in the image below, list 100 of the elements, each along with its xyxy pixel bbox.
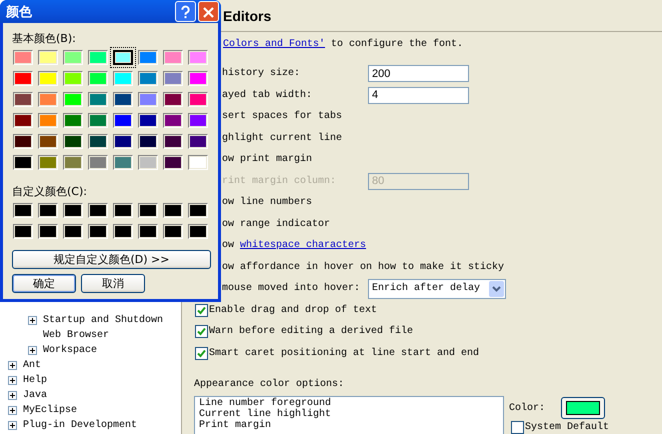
color-swatch[interactable] (63, 224, 83, 239)
tree-item[interactable]: Plug-in Development (23, 420, 138, 431)
color-swatch[interactable] (138, 203, 158, 218)
color-swatch[interactable] (13, 203, 33, 218)
color-swatch[interactable] (163, 203, 183, 218)
color-swatch[interactable] (113, 113, 133, 128)
expand-icon[interactable] (8, 406, 17, 415)
color-swatch[interactable] (188, 203, 208, 218)
tree-item[interactable]: Web Browser (43, 330, 110, 341)
color-swatch[interactable] (38, 134, 58, 149)
color-option-list[interactable]: Line number foreground Current line highlight Print margin (194, 396, 504, 434)
tree-item[interactable]: Ant (23, 360, 42, 371)
color-swatch[interactable] (88, 224, 108, 239)
color-swatch[interactable] (13, 155, 33, 170)
whitespace-link[interactable]: whitespace characters (240, 240, 366, 252)
color-swatch[interactable] (38, 92, 58, 107)
color-swatch[interactable] (138, 224, 158, 239)
color-swatch[interactable] (138, 155, 158, 170)
cancel-button[interactable]: 取消 (81, 274, 145, 293)
color-swatch[interactable] (138, 71, 158, 86)
list-item[interactable]: Current line highlight (199, 409, 499, 420)
color-swatch[interactable] (113, 155, 133, 170)
color-swatch[interactable] (88, 155, 108, 170)
color-swatch[interactable] (138, 113, 158, 128)
color-swatch[interactable] (163, 155, 183, 170)
color-swatch[interactable] (38, 224, 58, 239)
color-button[interactable] (561, 397, 606, 419)
tree-item[interactable]: Startup and Shutdown (43, 315, 164, 326)
expand-icon[interactable] (8, 361, 17, 370)
color-swatch[interactable] (113, 50, 133, 65)
color-swatch[interactable] (138, 50, 158, 65)
color-swatch[interactable] (13, 134, 33, 149)
color-swatch[interactable] (38, 50, 58, 65)
color-swatch[interactable] (188, 134, 208, 149)
color-swatch[interactable] (13, 50, 33, 65)
color-swatch[interactable] (63, 134, 83, 149)
color-swatch[interactable] (188, 71, 208, 86)
color-swatch[interactable] (188, 50, 208, 65)
checkbox[interactable] (195, 304, 208, 317)
color-swatch[interactable] (138, 134, 158, 149)
color-swatch[interactable] (38, 113, 58, 128)
color-swatch[interactable] (38, 71, 58, 86)
dropdown[interactable]: Enrich after delay (368, 278, 506, 299)
color-swatch[interactable] (113, 203, 133, 218)
color-swatch[interactable] (113, 224, 133, 239)
color-swatch[interactable] (163, 134, 183, 149)
color-swatch[interactable] (163, 224, 183, 239)
color-swatch[interactable] (163, 71, 183, 86)
checkbox-label: Smart caret positioning at line start and end (209, 348, 480, 359)
expand-icon[interactable] (8, 376, 17, 385)
color-swatch[interactable] (63, 71, 83, 86)
color-swatch[interactable] (188, 92, 208, 107)
color-swatch[interactable] (13, 224, 33, 239)
colors-fonts-link[interactable]: Colors and Fonts' (223, 38, 326, 50)
define-colors-button[interactable]: 规定自定义颜色(D) >> (12, 250, 211, 269)
option-label: ow print margin (222, 154, 312, 166)
color-swatch[interactable] (163, 50, 183, 65)
color-swatch[interactable] (113, 134, 133, 149)
checkbox[interactable] (511, 421, 524, 434)
color-swatch[interactable] (113, 71, 133, 86)
list-item[interactable]: Line number foreground (199, 398, 499, 409)
color-swatch[interactable] (138, 92, 158, 107)
color-swatch[interactable] (38, 155, 58, 170)
color-swatch[interactable] (88, 71, 108, 86)
color-swatch[interactable] (63, 155, 83, 170)
help-icon[interactable] (175, 1, 196, 22)
expand-icon[interactable] (28, 346, 37, 355)
color-swatch[interactable] (13, 71, 33, 86)
expand-icon[interactable] (8, 421, 17, 430)
tree-item[interactable]: Java (23, 390, 48, 401)
tree-item[interactable]: MyEclipse (23, 405, 78, 416)
color-swatch[interactable] (13, 113, 33, 128)
color-swatch[interactable] (188, 224, 208, 239)
input-field[interactable]: 4 (368, 86, 469, 104)
expand-icon[interactable] (8, 391, 17, 400)
color-swatch[interactable] (63, 50, 83, 65)
tree-item[interactable]: Help (23, 375, 48, 386)
tree-item[interactable]: Workspace (43, 345, 98, 356)
color-swatch[interactable] (88, 134, 108, 149)
color-swatch[interactable] (113, 92, 133, 107)
checkbox[interactable] (195, 346, 208, 360)
color-swatch[interactable] (63, 113, 83, 128)
color-swatch[interactable] (88, 203, 108, 218)
color-swatch[interactable] (163, 113, 183, 128)
color-swatch[interactable] (88, 92, 108, 107)
close-icon[interactable] (198, 1, 219, 22)
color-swatch[interactable] (88, 50, 108, 65)
color-swatch[interactable] (188, 113, 208, 128)
color-swatch[interactable] (88, 113, 108, 128)
color-swatch[interactable] (38, 203, 58, 218)
color-swatch[interactable] (63, 203, 83, 218)
color-swatch[interactable] (13, 92, 33, 107)
color-swatch[interactable] (188, 155, 208, 170)
ok-button[interactable]: 确定 (12, 274, 76, 293)
color-swatch[interactable] (163, 92, 183, 107)
list-item[interactable]: Print margin (199, 420, 499, 431)
color-swatch[interactable] (63, 92, 83, 107)
input-field[interactable]: 200 (368, 65, 469, 82)
expand-icon[interactable] (28, 316, 37, 325)
checkbox[interactable] (195, 325, 208, 338)
